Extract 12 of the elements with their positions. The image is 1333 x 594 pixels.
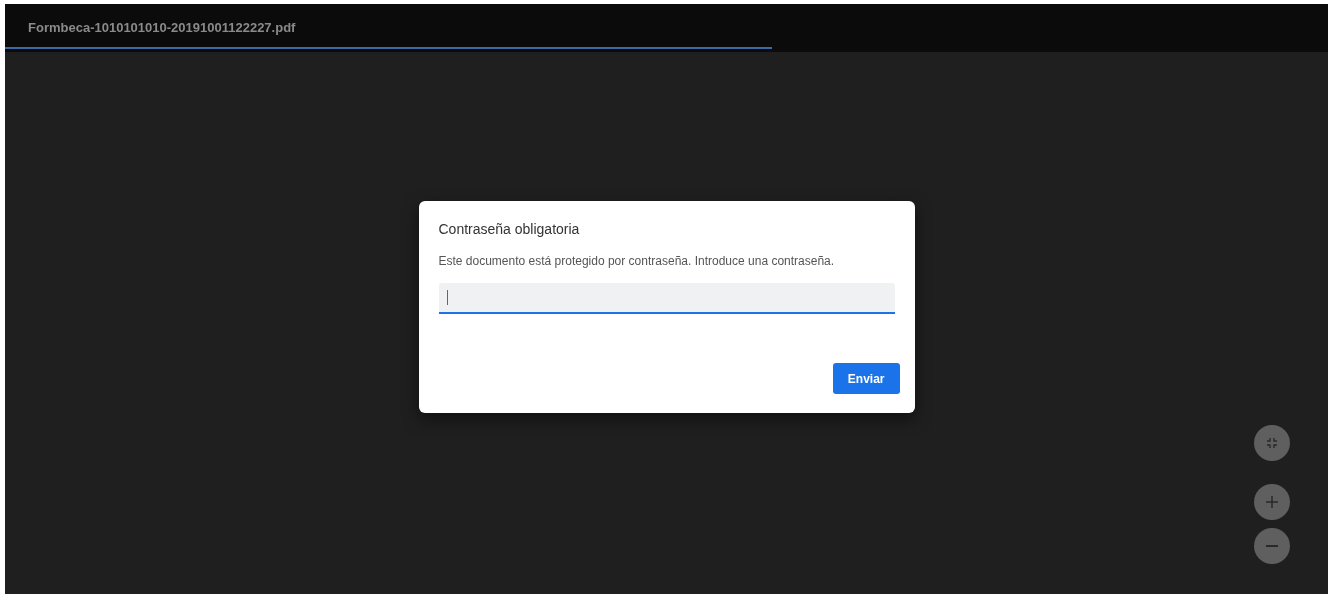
- text-cursor: [446, 290, 448, 305]
- zoom-out-button[interactable]: [1254, 528, 1290, 564]
- submit-button[interactable]: Enviar: [832, 363, 900, 394]
- fit-to-page-button[interactable]: [1254, 425, 1290, 461]
- fit-to-page-icon: [1266, 437, 1278, 449]
- minus-icon: [1266, 545, 1278, 547]
- zoom-in-button[interactable]: [1254, 484, 1290, 520]
- dialog-title: Contraseña obligatoria: [438, 220, 581, 238]
- plus-icon: [1266, 496, 1278, 508]
- password-field[interactable]: [438, 283, 895, 314]
- file-name: Formbeca-1010101010-20191001122227.pdf: [28, 19, 296, 38]
- dialog-message: Este documento está protegido por contraseña. Introduce una contraseña.: [438, 253, 836, 269]
